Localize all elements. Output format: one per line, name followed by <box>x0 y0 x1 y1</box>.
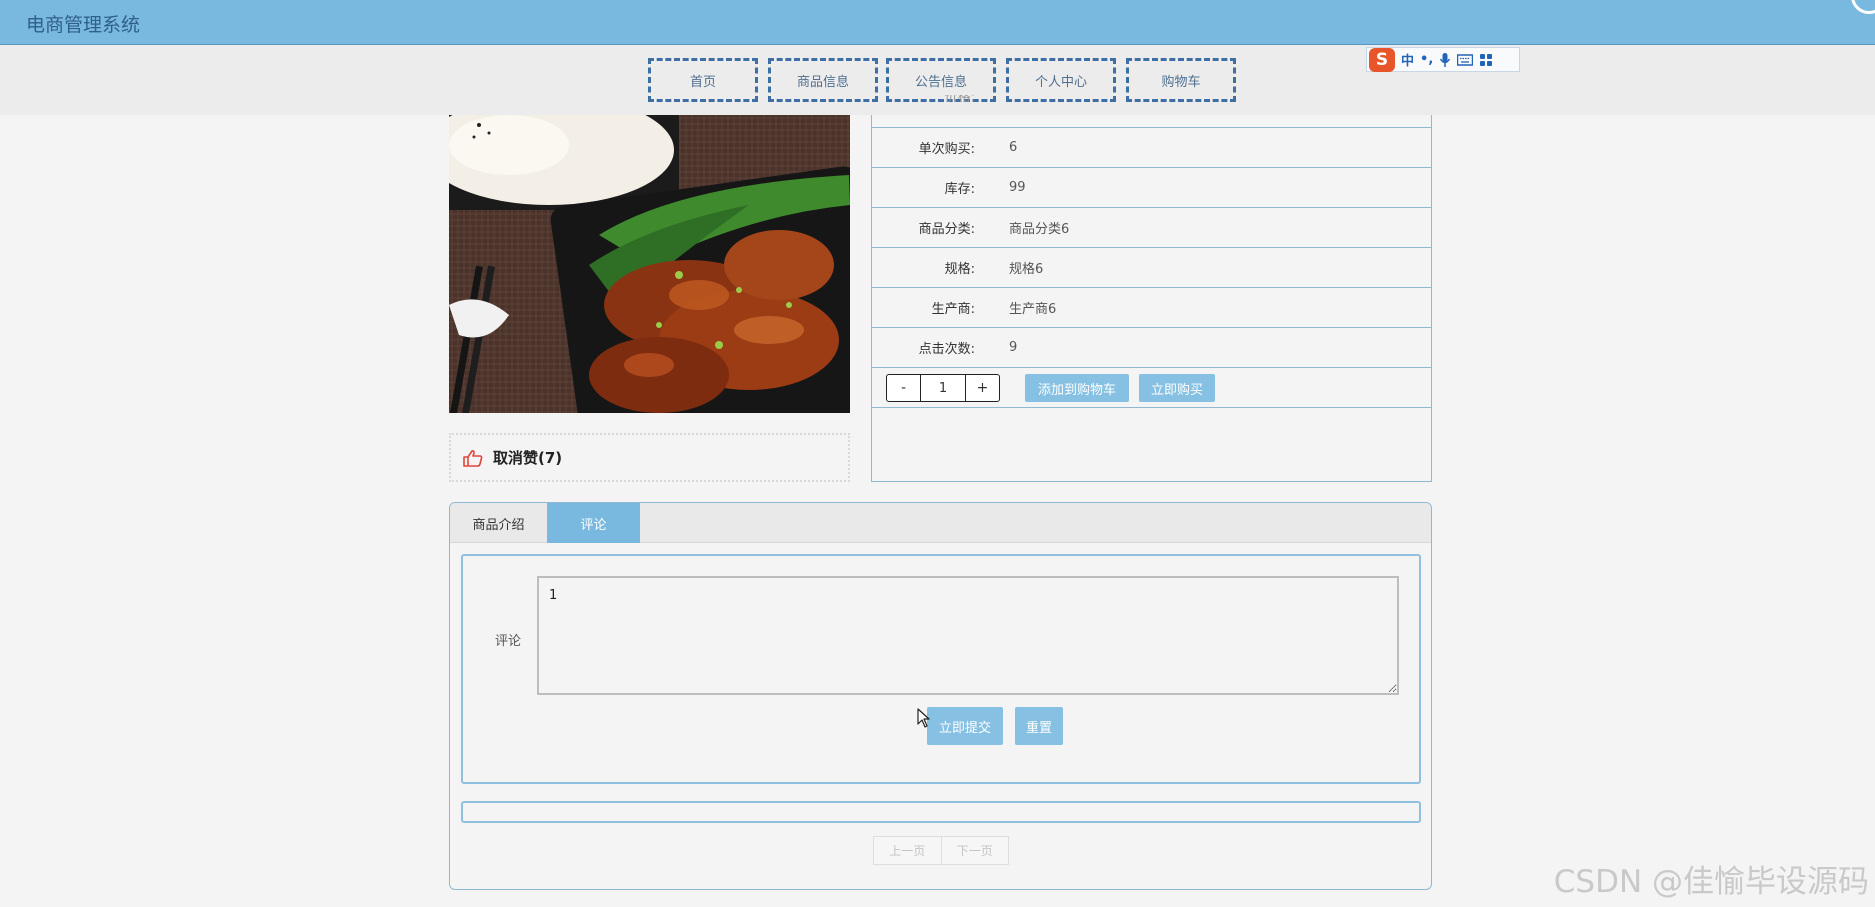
detail-key-price: 价格: <box>944 95 975 105</box>
detail-key: 生产商: <box>931 302 975 317</box>
detail-value: 生产商6 <box>1009 302 1057 317</box>
watermark: CSDN @佳愉毕设源码 <box>1553 864 1869 900</box>
grid-icon[interactable] <box>1479 53 1493 67</box>
purchase-row: - 1 + 添加到购物车 立即购买 <box>872 367 1431 407</box>
detail-key: 单次购买: <box>918 142 975 157</box>
product-detail-table: 价格: 单次购买: 6 库存: 99 商品分类: 商品分类6 规格: 规格6 生… <box>871 95 1432 482</box>
quantity-stepper[interactable]: - 1 + <box>886 374 1000 402</box>
detail-key: 商品分类: <box>918 222 975 237</box>
comment-form: 评论 1 立即提交 重置 <box>461 554 1421 784</box>
mic-icon[interactable] <box>1439 52 1451 68</box>
buy-now-button[interactable]: 立即购买 <box>1139 374 1215 402</box>
pagination: 上一页 下一页 <box>873 836 1009 865</box>
table-row: 生产商: 生产商6 <box>872 287 1431 327</box>
prev-page-button[interactable]: 上一页 <box>874 837 942 864</box>
mouse-cursor-icon <box>917 708 930 728</box>
quantity-increment-button[interactable]: + <box>966 375 999 401</box>
comment-textarea[interactable]: 1 <box>537 576 1399 695</box>
detail-value: 6 <box>1009 140 1018 155</box>
quantity-decrement-button[interactable]: - <box>887 375 920 401</box>
product-image <box>449 115 850 413</box>
nav-products[interactable]: 商品信息 <box>768 58 878 102</box>
like-toggle[interactable]: 取消赞(7) <box>449 433 850 482</box>
nav-home[interactable]: 首页 <box>648 58 758 102</box>
ime-toolbar[interactable]: S 中 •, <box>1366 47 1520 72</box>
detail-key: 点击次数: <box>918 342 975 357</box>
like-label: 取消赞(7) <box>493 449 563 467</box>
detail-value: 99 <box>1009 180 1026 195</box>
table-row: 单次购买: 6 <box>872 127 1431 167</box>
tab-product-intro[interactable]: 商品介绍 <box>450 503 547 543</box>
detail-key: 库存: <box>944 182 975 197</box>
table-divider <box>872 407 1431 408</box>
thumbs-up-icon <box>463 449 483 467</box>
detail-value: 9 <box>1009 340 1018 355</box>
table-row: 点击次数: 9 <box>872 327 1431 367</box>
ime-punct[interactable]: •, <box>1420 52 1433 67</box>
detail-value: 规格6 <box>1009 262 1044 277</box>
table-row: 商品分类: 商品分类6 <box>872 207 1431 247</box>
tab-bar: 商品介绍 评论 <box>450 503 1431 543</box>
next-page-button[interactable]: 下一页 <box>942 837 1009 864</box>
table-row: 价格: <box>872 95 1431 115</box>
quantity-value[interactable]: 1 <box>920 375 966 401</box>
food-photo-icon <box>449 115 850 413</box>
ime-mode[interactable]: 中 <box>1401 50 1414 69</box>
comment-list <box>461 801 1421 823</box>
table-row: 库存: 99 <box>872 167 1431 207</box>
add-to-cart-button[interactable]: 添加到购物车 <box>1025 374 1129 402</box>
submit-comment-button[interactable]: 立即提交 <box>927 707 1003 745</box>
product-tabs-panel: 商品介绍 评论 评论 1 立即提交 重置 上一页 下一页 <box>449 502 1432 890</box>
sogou-logo-icon: S <box>1369 47 1395 72</box>
reset-button[interactable]: 重置 <box>1015 707 1063 745</box>
user-avatar[interactable] <box>1851 0 1875 14</box>
keyboard-icon[interactable] <box>1457 53 1474 66</box>
detail-key: 规格: <box>944 262 975 277</box>
app-title: 电商管理系统 <box>26 14 141 36</box>
table-row: 规格: 规格6 <box>872 247 1431 287</box>
app-header: 电商管理系统 <box>0 0 1875 45</box>
detail-value: 商品分类6 <box>1009 222 1070 237</box>
tab-comments[interactable]: 评论 <box>547 503 640 543</box>
comment-label: 评论 <box>495 634 522 649</box>
